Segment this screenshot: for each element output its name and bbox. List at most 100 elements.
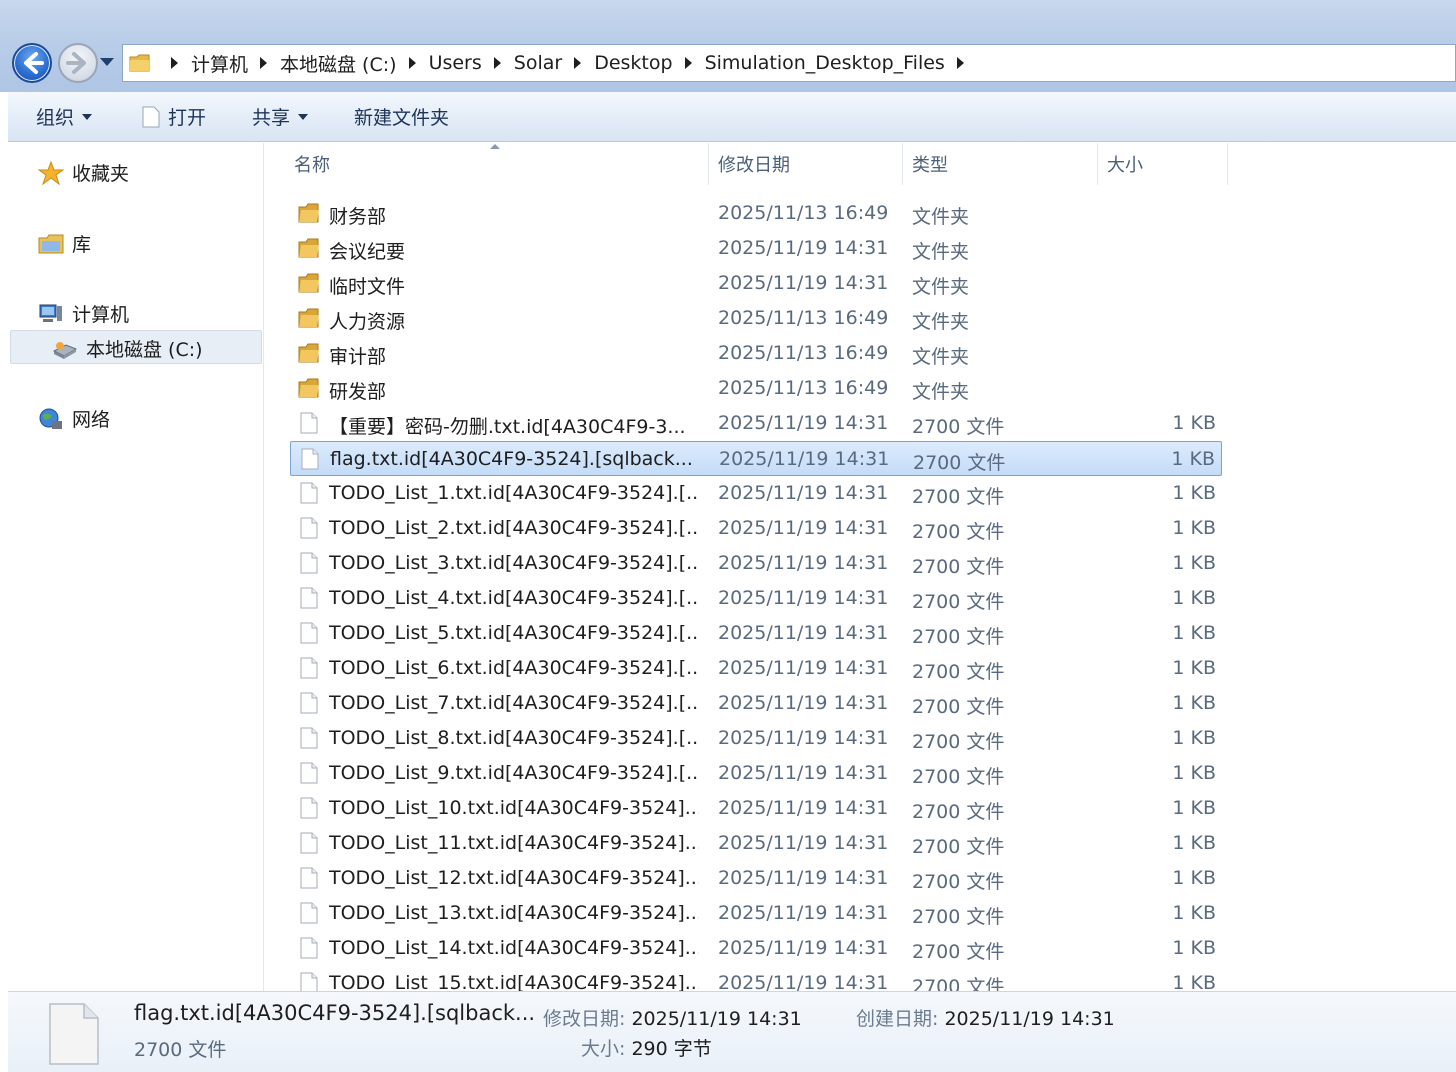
file-date: 2025/11/13 16:49	[718, 377, 889, 399]
details-file-type: 2700 文件	[134, 1039, 227, 1061]
file-row[interactable]: TODO_List_15.txt.id[4A30C4F9-3524]... 202…	[290, 966, 1222, 991]
file-type: 文件夹	[912, 241, 970, 263]
folder-row[interactable]: 财务部 2025/11/13 16:49 文件夹	[290, 196, 1222, 231]
file-name: flag.txt.id[4A30C4F9-3524].[sqlback...	[330, 448, 693, 470]
nav-local-disk[interactable]: 本地磁盘 (C:)	[52, 335, 203, 362]
chevron-down-icon	[298, 113, 309, 120]
file-date: 2025/11/19 14:31	[718, 622, 889, 644]
folder-row[interactable]: 审计部 2025/11/13 16:49 文件夹	[290, 336, 1222, 371]
command-bar: 组织 打开 共享 新建文件夹	[8, 92, 1456, 142]
file-name: 会议纪要	[329, 241, 406, 263]
file-row[interactable]: TODO_List_8.txt.id[4A30C4F9-3524].[... 20…	[290, 721, 1222, 756]
file-icon	[298, 517, 320, 539]
file-size: 1 KB	[1172, 657, 1216, 679]
file-name: TODO_List_12.txt.id[4A30C4F9-3524]...	[329, 867, 699, 889]
column-header-date[interactable]: 修改日期	[718, 143, 898, 185]
file-row[interactable]: TODO_List_12.txt.id[4A30C4F9-3524]... 202…	[290, 861, 1222, 896]
file-date: 2025/11/19 14:31	[718, 937, 889, 959]
folder-row[interactable]: 研发部 2025/11/13 16:49 文件夹	[290, 371, 1222, 406]
recent-pages-dropdown[interactable]	[100, 58, 114, 66]
file-row[interactable]: 【重要】密码-勿删.txt.id[4A30C4F9-3... 2025/11/19…	[290, 406, 1222, 441]
file-row[interactable]: TODO_List_1.txt.id[4A30C4F9-3524].[... 20…	[290, 476, 1222, 511]
file-icon	[298, 902, 320, 924]
column-divider[interactable]	[708, 143, 709, 185]
column-header-type[interactable]: 类型	[912, 143, 1092, 185]
file-size: 1 KB	[1172, 622, 1216, 644]
file-date: 2025/11/19 14:31	[718, 692, 889, 714]
file-row[interactable]: TODO_List_11.txt.id[4A30C4F9-3524]... 202…	[290, 826, 1222, 861]
file-type: 2700 文件	[912, 731, 1005, 753]
file-date: 2025/11/19 14:31	[718, 587, 889, 609]
new-folder-button[interactable]: 新建文件夹	[354, 103, 449, 130]
file-name: 人力资源	[329, 311, 406, 333]
navigation-pane: 收藏夹 库 计算机 本地磁盘 (C:) 网络	[8, 143, 264, 991]
details-created-label: 创建日期:	[856, 1008, 939, 1030]
file-icon	[298, 412, 320, 434]
breadcrumb-separator-icon[interactable]	[171, 57, 178, 69]
file-type: 文件夹	[912, 346, 970, 368]
breadcrumb-separator-icon[interactable]	[493, 57, 501, 69]
breadcrumb-item[interactable]: Solar	[514, 52, 562, 74]
file-row[interactable]: TODO_List_7.txt.id[4A30C4F9-3524].[... 20…	[290, 686, 1222, 721]
file-name: TODO_List_7.txt.id[4A30C4F9-3524].[...	[329, 692, 699, 714]
file-name: 研发部	[329, 381, 387, 403]
file-row[interactable]: TODO_List_13.txt.id[4A30C4F9-3524]... 202…	[290, 896, 1222, 931]
column-divider[interactable]	[1097, 143, 1098, 185]
breadcrumb-separator-icon[interactable]	[408, 57, 416, 69]
folder-icon	[298, 202, 320, 224]
address-bar[interactable]: 计算机 本地磁盘 (C:) Users Solar Desktop Simulation_…	[122, 44, 1456, 82]
file-size: 1 KB	[1172, 517, 1216, 539]
breadcrumb-separator-icon[interactable]	[574, 57, 582, 69]
network-icon	[39, 408, 62, 429]
folder-row[interactable]: 人力资源 2025/11/13 16:49 文件夹	[290, 301, 1222, 336]
folder-row[interactable]: 临时文件 2025/11/19 14:31 文件夹	[290, 266, 1222, 301]
disk-icon	[52, 341, 78, 359]
nav-network[interactable]: 网络	[38, 405, 110, 432]
file-icon	[298, 937, 320, 959]
file-date: 2025/11/19 14:31	[718, 517, 889, 539]
column-divider[interactable]	[902, 143, 903, 185]
breadcrumb-separator-icon[interactable]	[260, 57, 268, 69]
file-row[interactable]: TODO_List_6.txt.id[4A30C4F9-3524].[... 20…	[290, 651, 1222, 686]
nav-libraries-label: 库	[72, 234, 92, 256]
file-row[interactable]: TODO_List_4.txt.id[4A30C4F9-3524].[... 20…	[290, 581, 1222, 616]
file-row[interactable]: TODO_List_3.txt.id[4A30C4F9-3524].[... 20…	[290, 546, 1222, 581]
column-divider[interactable]	[1227, 143, 1228, 185]
file-list[interactable]: 名称 修改日期 类型 大小 财务部 2025/11/13 16:49 文件夹 会议纪要…	[264, 143, 1456, 991]
title-bar: 计算机 本地磁盘 (C:) Users Solar Desktop Simulation_…	[0, 0, 1456, 92]
details-size: 大小: 290 字节	[581, 1034, 712, 1061]
folder-row[interactable]: 会议纪要 2025/11/19 14:31 文件夹	[290, 231, 1222, 266]
file-name: 审计部	[329, 346, 387, 368]
file-name: TODO_List_5.txt.id[4A30C4F9-3524].[...	[329, 622, 699, 644]
column-header-size[interactable]: 大小	[1107, 143, 1225, 185]
nav-libraries[interactable]: 库	[38, 230, 91, 257]
file-type: 2700 文件	[912, 906, 1005, 928]
file-type: 2700 文件	[912, 521, 1005, 543]
organize-menu-button[interactable]: 组织	[36, 103, 93, 130]
back-button[interactable]	[12, 43, 52, 83]
forward-button[interactable]	[58, 43, 98, 83]
nav-favorites[interactable]: 收藏夹	[38, 159, 129, 186]
breadcrumb-separator-icon[interactable]	[684, 57, 692, 69]
file-row[interactable]: flag.txt.id[4A30C4F9-3524].[sqlback... 20…	[290, 441, 1222, 476]
breadcrumb-separator-icon[interactable]	[956, 57, 964, 69]
file-date: 2025/11/19 14:31	[718, 552, 889, 574]
breadcrumb-item[interactable]: 本地磁盘 (C:)	[280, 50, 397, 77]
breadcrumb-item[interactable]: 计算机	[191, 50, 248, 77]
file-row[interactable]: TODO_List_5.txt.id[4A30C4F9-3524].[... 20…	[290, 616, 1222, 651]
breadcrumb-item[interactable]: Simulation_Desktop_Files	[705, 52, 945, 74]
nav-computer[interactable]: 计算机	[38, 300, 129, 327]
breadcrumb-item[interactable]: Desktop	[594, 52, 672, 74]
file-icon	[298, 552, 320, 574]
file-name: 【重要】密码-勿删.txt.id[4A30C4F9-3...	[329, 416, 686, 438]
file-name: 财务部	[329, 206, 387, 228]
file-row[interactable]: TODO_List_9.txt.id[4A30C4F9-3524].[... 20…	[290, 756, 1222, 791]
file-row[interactable]: TODO_List_14.txt.id[4A30C4F9-3524]... 202…	[290, 931, 1222, 966]
open-button[interactable]: 打开	[142, 103, 206, 130]
file-row[interactable]: TODO_List_10.txt.id[4A30C4F9-3524]... 202…	[290, 791, 1222, 826]
breadcrumb-item[interactable]: Users	[429, 52, 482, 74]
computer-icon	[39, 304, 62, 322]
share-menu-button[interactable]: 共享	[252, 103, 309, 130]
file-row[interactable]: TODO_List_2.txt.id[4A30C4F9-3524].[... 20…	[290, 511, 1222, 546]
column-header-name[interactable]: 名称	[294, 143, 704, 185]
